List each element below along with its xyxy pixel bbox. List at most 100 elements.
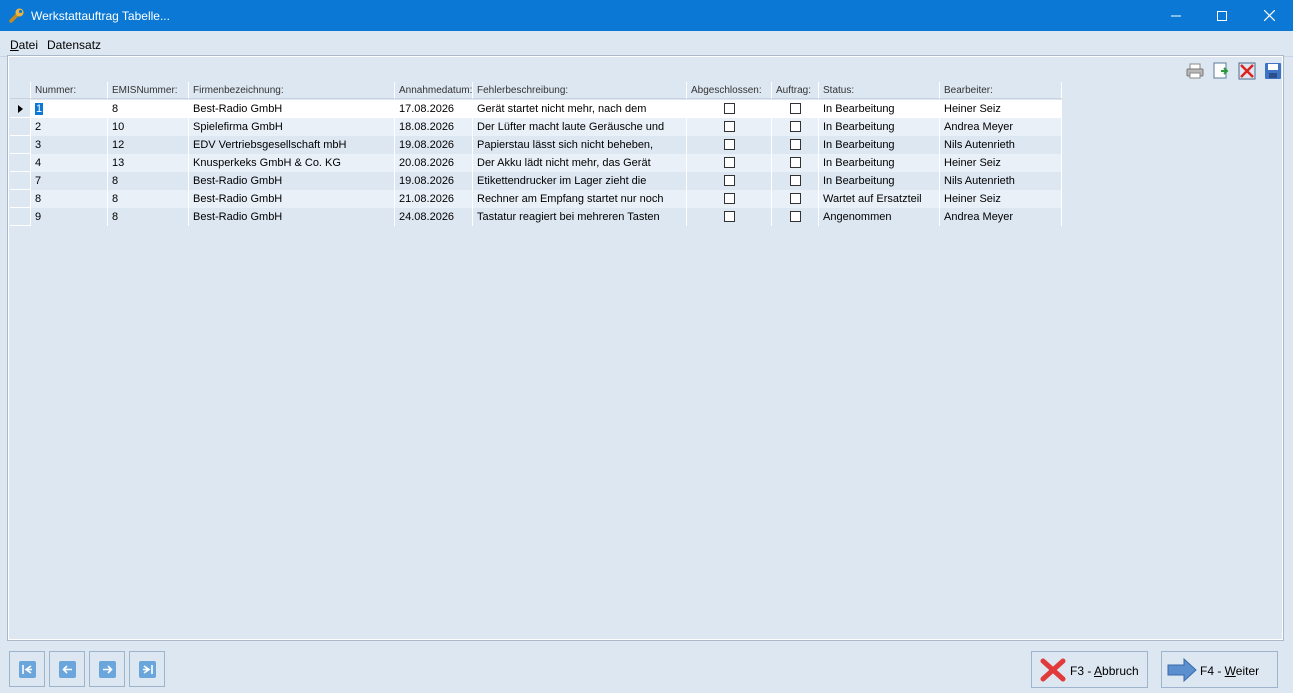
cell-status[interactable]: In Bearbeitung <box>819 154 940 172</box>
table-row[interactable]: 3 12 EDV Vertriebsgesellschaft mbH 19.08.20… <box>10 136 1062 154</box>
cell-bearbeiter[interactable]: Nils Autenrieth <box>940 136 1062 154</box>
header-fehlerbeschreibung[interactable]: Fehlerbeschreibung: <box>473 82 687 99</box>
printer-icon[interactable] <box>1186 62 1204 80</box>
cell-fehlerbeschreibung[interactable]: Rechner am Empfang startet nur noch <box>473 190 687 208</box>
delete-icon[interactable] <box>1238 62 1256 80</box>
cell-annahmedatum[interactable]: 17.08.2026 <box>395 100 473 118</box>
cell-annahmedatum[interactable]: 18.08.2026 <box>395 118 473 136</box>
table-row[interactable]: 7 8 Best-Radio GmbH 19.08.2026 Etikettendruc… <box>10 172 1062 190</box>
cell-bearbeiter[interactable]: Andrea Meyer <box>940 118 1062 136</box>
previous-record-button[interactable] <box>49 651 85 687</box>
cell-nummer[interactable]: 2 <box>31 118 108 136</box>
cell-abgeschlossen[interactable] <box>687 208 772 226</box>
header-auftrag[interactable]: Auftrag: <box>772 82 819 99</box>
menu-datei[interactable]: Datei <box>10 38 38 52</box>
cell-status[interactable]: Wartet auf Ersatzteil <box>819 190 940 208</box>
next-button[interactable]: F4 - Weiter <box>1161 651 1278 688</box>
cell-nummer[interactable]: 4 <box>31 154 108 172</box>
cell-auftrag[interactable] <box>772 208 819 226</box>
checkbox[interactable] <box>790 121 801 132</box>
cell-status[interactable]: In Bearbeitung <box>819 100 940 118</box>
cell-bearbeiter[interactable]: Heiner Seiz <box>940 100 1062 118</box>
row-indicator[interactable] <box>10 190 31 208</box>
checkbox[interactable] <box>724 157 735 168</box>
row-indicator[interactable] <box>10 136 31 154</box>
cell-emisnummer[interactable]: 8 <box>108 172 189 190</box>
cell-firmenbezeichnung[interactable]: Spielefirma GmbH <box>189 118 395 136</box>
cell-firmenbezeichnung[interactable]: EDV Vertriebsgesellschaft mbH <box>189 136 395 154</box>
cell-nummer[interactable]: 3 <box>31 136 108 154</box>
last-record-button[interactable] <box>129 651 165 687</box>
cell-annahmedatum[interactable]: 21.08.2026 <box>395 190 473 208</box>
table-row[interactable]: 1 8 Best-Radio GmbH 17.08.2026 Gerät startet… <box>10 100 1062 118</box>
cell-fehlerbeschreibung[interactable]: Tastatur reagiert bei mehreren Tasten <box>473 208 687 226</box>
cell-nummer[interactable]: 9 <box>31 208 108 226</box>
checkbox[interactable] <box>790 193 801 204</box>
cell-fehlerbeschreibung[interactable]: Gerät startet nicht mehr, nach dem <box>473 100 687 118</box>
header-status[interactable]: Status: <box>819 82 940 99</box>
header-bearbeiter[interactable]: Bearbeiter: <box>940 82 1062 99</box>
cell-fehlerbeschreibung[interactable]: Der Lüfter macht laute Geräusche und <box>473 118 687 136</box>
maximize-button[interactable] <box>1199 0 1245 31</box>
cell-abgeschlossen[interactable] <box>687 118 772 136</box>
header-emisnummer[interactable]: EMISNummer: <box>108 82 189 99</box>
row-indicator[interactable] <box>10 118 31 136</box>
cell-firmenbezeichnung[interactable]: Best-Radio GmbH <box>189 208 395 226</box>
table-row[interactable]: 2 10 Spielefirma GmbH 18.08.2026 Der Lüfter … <box>10 118 1062 136</box>
cell-emisnummer[interactable]: 12 <box>108 136 189 154</box>
cell-nummer[interactable]: 1 <box>31 100 108 118</box>
checkbox[interactable] <box>790 175 801 186</box>
cell-fehlerbeschreibung[interactable]: Der Akku lädt nicht mehr, das Gerät <box>473 154 687 172</box>
cell-status[interactable]: In Bearbeitung <box>819 136 940 154</box>
cell-firmenbezeichnung[interactable]: Best-Radio GmbH <box>189 190 395 208</box>
table-row[interactable]: 8 8 Best-Radio GmbH 21.08.2026 Rechner am Em… <box>10 190 1062 208</box>
cell-status[interactable]: Angenommen <box>819 208 940 226</box>
cell-nummer[interactable]: 8 <box>31 190 108 208</box>
cell-fehlerbeschreibung[interactable]: Papierstau lässt sich nicht beheben, <box>473 136 687 154</box>
row-indicator[interactable] <box>10 172 31 190</box>
cell-auftrag[interactable] <box>772 154 819 172</box>
cell-annahmedatum[interactable]: 20.08.2026 <box>395 154 473 172</box>
cell-firmenbezeichnung[interactable]: Knusperkeks GmbH & Co. KG <box>189 154 395 172</box>
cell-annahmedatum[interactable]: 19.08.2026 <box>395 172 473 190</box>
cell-abgeschlossen[interactable] <box>687 100 772 118</box>
cell-auftrag[interactable] <box>772 118 819 136</box>
cell-emisnummer[interactable]: 13 <box>108 154 189 172</box>
cell-auftrag[interactable] <box>772 172 819 190</box>
cell-auftrag[interactable] <box>772 190 819 208</box>
export-icon[interactable] <box>1212 62 1230 80</box>
checkbox[interactable] <box>724 121 735 132</box>
header-nummer[interactable]: Nummer: <box>31 82 108 99</box>
row-indicator[interactable] <box>10 208 31 226</box>
cell-abgeschlossen[interactable] <box>687 172 772 190</box>
header-firmenbezeichnung[interactable]: Firmenbezeichnung: <box>189 82 395 99</box>
cell-abgeschlossen[interactable] <box>687 154 772 172</box>
cell-nummer[interactable]: 7 <box>31 172 108 190</box>
cell-bearbeiter[interactable]: Heiner Seiz <box>940 154 1062 172</box>
cell-status[interactable]: In Bearbeitung <box>819 118 940 136</box>
cell-emisnummer[interactable]: 10 <box>108 118 189 136</box>
cell-bearbeiter[interactable]: Nils Autenrieth <box>940 172 1062 190</box>
checkbox[interactable] <box>724 211 735 222</box>
cell-bearbeiter[interactable]: Heiner Seiz <box>940 190 1062 208</box>
cell-annahmedatum[interactable]: 19.08.2026 <box>395 136 473 154</box>
cell-abgeschlossen[interactable] <box>687 190 772 208</box>
checkbox[interactable] <box>790 211 801 222</box>
minimize-button[interactable] <box>1153 0 1199 31</box>
checkbox[interactable] <box>724 175 735 186</box>
header-annahmedatum[interactable]: Annahmedatum: <box>395 82 473 99</box>
first-record-button[interactable] <box>9 651 45 687</box>
close-button[interactable] <box>1246 0 1292 31</box>
cell-annahmedatum[interactable]: 24.08.2026 <box>395 208 473 226</box>
cell-status[interactable]: In Bearbeitung <box>819 172 940 190</box>
cell-auftrag[interactable] <box>772 136 819 154</box>
row-indicator[interactable] <box>10 100 31 118</box>
checkbox[interactable] <box>724 139 735 150</box>
table-row[interactable]: 4 13 Knusperkeks GmbH & Co. KG 20.08.2026 De… <box>10 154 1062 172</box>
next-record-button[interactable] <box>89 651 125 687</box>
cell-firmenbezeichnung[interactable]: Best-Radio GmbH <box>189 100 395 118</box>
cell-firmenbezeichnung[interactable]: Best-Radio GmbH <box>189 172 395 190</box>
cell-auftrag[interactable] <box>772 100 819 118</box>
cell-emisnummer[interactable]: 8 <box>108 208 189 226</box>
row-indicator[interactable] <box>10 154 31 172</box>
